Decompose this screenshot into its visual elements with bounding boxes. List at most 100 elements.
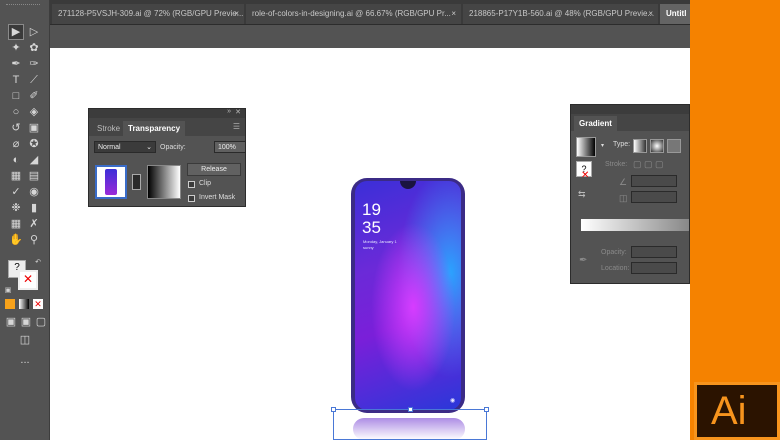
- chevron-down-icon[interactable]: ▾: [601, 142, 604, 149]
- panel-titlebar[interactable]: [571, 105, 689, 114]
- gradient-slider[interactable]: [581, 219, 689, 231]
- aspect-ratio-icon: ◫: [619, 193, 628, 203]
- draw-inside-icon[interactable]: ▢: [34, 315, 48, 329]
- close-icon[interactable]: ×: [648, 4, 653, 24]
- document-tab-bar: 271128-P5VSJH-309.ai @ 72% (RGB/GPU Prev…: [50, 0, 690, 24]
- camera-icon: ◉: [450, 398, 456, 404]
- tab-transparency[interactable]: Transparency: [123, 121, 186, 136]
- rectangle-tool-icon[interactable]: □: [9, 89, 23, 103]
- document-tab-3[interactable]: 218865-P17Y1B-560.ai @ 48% (RGB/GPU Prev…: [463, 4, 658, 24]
- gradient-panel: Gradient ▾ Type: ? ✕ Stroke: ▢ ▢ ▢ ⇆ ∠ ◫…: [570, 104, 690, 284]
- eyedropper-icon[interactable]: ✒: [579, 255, 587, 266]
- opacity-value: 100%: [218, 144, 236, 151]
- chevron-down-icon: ⌄: [146, 144, 152, 151]
- zoom-tool-icon[interactable]: ⚲: [27, 233, 41, 247]
- none-mode-icon[interactable]: ✕: [33, 299, 43, 309]
- opacity-mask-thumbnail[interactable]: [147, 165, 181, 199]
- panel-grip[interactable]: [6, 4, 40, 11]
- stroke-swatch-icon[interactable]: ✕: [18, 270, 38, 290]
- angle-icon: ∠: [619, 177, 628, 187]
- mesh-tool-icon[interactable]: ▦: [9, 169, 23, 183]
- panel-titlebar[interactable]: » ✕: [89, 108, 245, 118]
- shape-builder-tool-icon[interactable]: ◐: [9, 153, 23, 167]
- perspective-grid-tool-icon[interactable]: ◢: [27, 153, 41, 167]
- tab-gradient-label: Gradient: [579, 119, 612, 128]
- type-tool-icon[interactable]: T: [9, 73, 23, 87]
- slice-tool-icon[interactable]: ✗: [27, 217, 41, 231]
- opacity-field: [631, 246, 677, 258]
- swap-colors-icon[interactable]: ↶: [34, 256, 42, 266]
- tab-label: 218865-P17Y1B-560.ai @ 48% (RGB/GPU Prev…: [469, 9, 655, 18]
- resize-handle[interactable]: [331, 407, 336, 412]
- none-stroke-icon[interactable]: ✕: [581, 170, 589, 181]
- type-label: Type:: [613, 141, 631, 148]
- hand-tool-icon[interactable]: ✋: [9, 233, 23, 247]
- curvature-tool-icon[interactable]: ✑: [27, 57, 41, 71]
- lockscreen-weather: sunny: [363, 245, 374, 250]
- reverse-gradient-icon[interactable]: ⇆: [578, 189, 586, 200]
- selection-bounding-box[interactable]: [331, 407, 489, 440]
- panel-menu-icon[interactable]: ☰: [233, 122, 240, 131]
- orange-background: [690, 0, 780, 440]
- tools-panel: ▶ ▷ ✦ ✿ ✒ ✑ T ⟋ □ ✐ ○ ◈ ↺ ▣ ⌀ ✪ ◐ ◢ ▦ ▤ …: [0, 0, 50, 440]
- scale-tool-icon[interactable]: ▣: [27, 121, 41, 135]
- lasso-tool-icon[interactable]: ✿: [27, 41, 41, 55]
- default-colors-icon[interactable]: ▣: [4, 284, 12, 294]
- clip-label: Clip: [199, 180, 212, 187]
- color-mode-icon[interactable]: [5, 299, 15, 309]
- paintbrush-tool-icon[interactable]: ✐: [27, 89, 41, 103]
- clip-checkbox[interactable]: [188, 181, 195, 188]
- document-tab-4[interactable]: Untitl: [660, 4, 690, 24]
- document-tab-1[interactable]: 271128-P5VSJH-309.ai @ 72% (RGB/GPU Prev…: [52, 4, 244, 24]
- gradient-mode-icon[interactable]: [19, 299, 29, 309]
- illustrator-logo: Ai: [694, 382, 780, 440]
- gradient-swatch[interactable]: [576, 137, 596, 157]
- location-label: Location:: [601, 265, 630, 272]
- blend-mode-select[interactable]: Normal ⌄: [94, 141, 156, 153]
- magic-wand-tool-icon[interactable]: ✦: [9, 41, 23, 55]
- close-icon[interactable]: ×: [451, 4, 456, 24]
- radial-gradient-icon[interactable]: [650, 139, 664, 153]
- draw-behind-icon[interactable]: ▣: [19, 315, 33, 329]
- more-tools-icon[interactable]: ...: [17, 353, 33, 367]
- release-button[interactable]: Release: [187, 163, 241, 176]
- opacity-field[interactable]: 100%: [214, 141, 246, 153]
- resize-handle[interactable]: [484, 407, 489, 412]
- opacity-label: Opacity:: [601, 249, 627, 256]
- artboard-tool-icon[interactable]: ▦: [9, 217, 23, 231]
- puppet-warp-tool-icon[interactable]: ✪: [27, 137, 41, 151]
- artwork-thumbnail[interactable]: [95, 165, 127, 199]
- selection-tool-icon[interactable]: ▶: [8, 24, 24, 40]
- collapse-icon[interactable]: »: [227, 108, 231, 115]
- resize-handle[interactable]: [408, 407, 413, 412]
- screen-mode-icon[interactable]: ◫: [17, 333, 33, 347]
- blend-tool-icon[interactable]: ◉: [27, 185, 41, 199]
- tab-gradient[interactable]: Gradient: [574, 116, 617, 131]
- close-icon[interactable]: ×: [234, 4, 239, 24]
- freeform-gradient-icon[interactable]: [667, 139, 681, 153]
- linear-gradient-icon[interactable]: [633, 139, 647, 153]
- invert-mask-checkbox[interactable]: [188, 195, 195, 202]
- pen-tool-icon[interactable]: ✒: [9, 57, 23, 71]
- blend-mode-value: Normal: [98, 144, 121, 151]
- control-bar: [50, 24, 690, 48]
- width-tool-icon[interactable]: ⌀: [9, 137, 23, 151]
- eyedropper-tool-icon[interactable]: ✓: [9, 185, 23, 199]
- gradient-tool-icon[interactable]: ▤: [27, 169, 41, 183]
- symbol-sprayer-tool-icon[interactable]: ❉: [9, 201, 23, 215]
- line-tool-icon[interactable]: ⟋: [27, 73, 41, 87]
- eraser-tool-icon[interactable]: ◈: [27, 105, 41, 119]
- rotate-tool-icon[interactable]: ↺: [9, 121, 23, 135]
- shaper-tool-icon[interactable]: ○: [9, 105, 23, 119]
- tab-stroke[interactable]: Stroke: [92, 121, 125, 136]
- location-field: [631, 262, 677, 274]
- panel-tabs: Gradient: [571, 114, 689, 131]
- document-tab-2[interactable]: role-of-colors-in-designing.ai @ 66.67% …: [246, 4, 461, 24]
- draw-normal-icon[interactable]: ▣: [4, 315, 18, 329]
- column-graph-tool-icon[interactable]: ▮: [27, 201, 41, 215]
- phone-thumbnail-icon: [105, 169, 117, 195]
- close-icon[interactable]: ✕: [235, 108, 241, 116]
- tab-label: role-of-colors-in-designing.ai @ 66.67% …: [252, 9, 451, 18]
- direct-selection-tool-icon[interactable]: ▷: [27, 25, 41, 39]
- link-icon[interactable]: [132, 174, 141, 190]
